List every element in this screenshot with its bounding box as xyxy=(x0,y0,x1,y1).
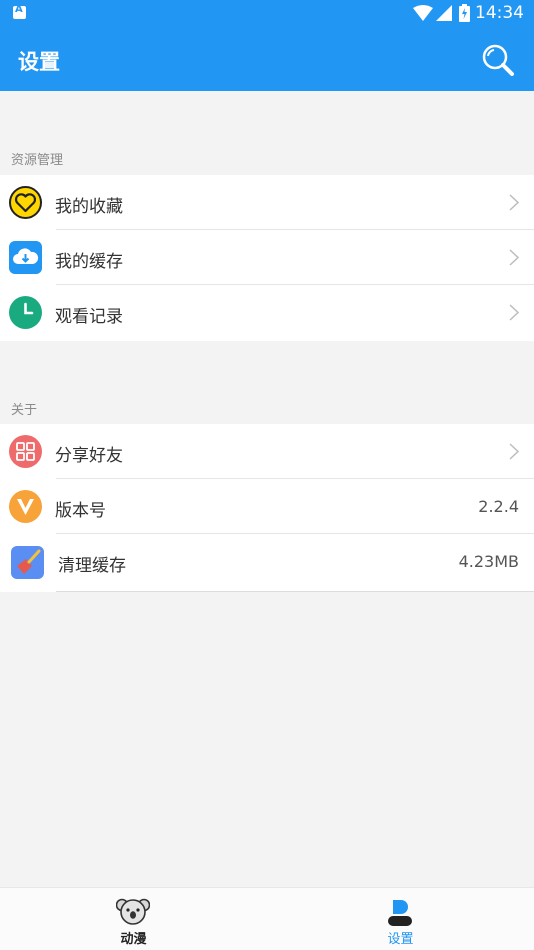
search-icon xyxy=(482,44,514,76)
resources-group: 我的收藏 我的缓存 观看记录 xyxy=(0,175,534,341)
nav-label: 设置 xyxy=(387,932,414,947)
app-bar: 14:34 设置 xyxy=(0,0,534,91)
row-clear-cache[interactable]: 清理缓存 4.23MB xyxy=(0,534,534,592)
notification-icon xyxy=(13,4,26,19)
row-label: 清理缓存 xyxy=(58,556,126,576)
group-bottom-border xyxy=(56,591,534,592)
row-cache[interactable]: 我的缓存 xyxy=(0,230,534,285)
row-version: 版本号 2.2.4 xyxy=(0,479,534,534)
search-button[interactable] xyxy=(480,42,516,78)
page-title: 设置 xyxy=(18,50,60,74)
user-icon xyxy=(388,900,412,926)
cache-size-value: 4.23MB xyxy=(458,552,519,571)
bottom-nav: 动漫 设置 xyxy=(0,887,534,950)
cloud-download-icon xyxy=(9,241,42,274)
row-favorites[interactable]: 我的收藏 xyxy=(0,175,534,230)
section-header-resources: 资源管理 xyxy=(11,153,64,168)
chevron-right-icon xyxy=(509,443,519,460)
nav-label: 动漫 xyxy=(120,932,147,947)
row-label: 分享好友 xyxy=(55,446,123,466)
nav-tab-settings[interactable]: 设置 xyxy=(267,888,534,950)
row-share[interactable]: 分享好友 xyxy=(0,424,534,479)
about-group: 分享好友 版本号 2.2.4 清理缓存 4.23MB xyxy=(0,424,534,592)
koala-icon xyxy=(116,898,150,925)
chevron-right-icon xyxy=(509,194,519,211)
clock-icon xyxy=(9,296,42,329)
chevron-right-icon xyxy=(509,249,519,266)
row-label: 观看记录 xyxy=(55,307,123,327)
battery-charging-icon xyxy=(459,4,470,22)
chevron-right-icon xyxy=(509,304,519,321)
version-v-icon xyxy=(9,490,42,523)
version-value: 2.2.4 xyxy=(478,497,519,516)
section-header-about: 关于 xyxy=(11,403,38,418)
row-label: 我的收藏 xyxy=(55,197,123,217)
broom-icon xyxy=(11,546,44,579)
row-label: 版本号 xyxy=(55,501,106,521)
row-history[interactable]: 观看记录 xyxy=(0,285,534,340)
status-bar: 14:34 xyxy=(0,0,534,28)
signal-icon xyxy=(436,5,452,21)
favorite-heart-icon xyxy=(9,186,42,219)
wifi-icon xyxy=(413,5,433,21)
status-time: 14:34 xyxy=(475,3,524,23)
share-grid-icon xyxy=(9,435,42,468)
row-label: 我的缓存 xyxy=(55,252,123,272)
nav-tab-anime[interactable]: 动漫 xyxy=(0,888,267,950)
